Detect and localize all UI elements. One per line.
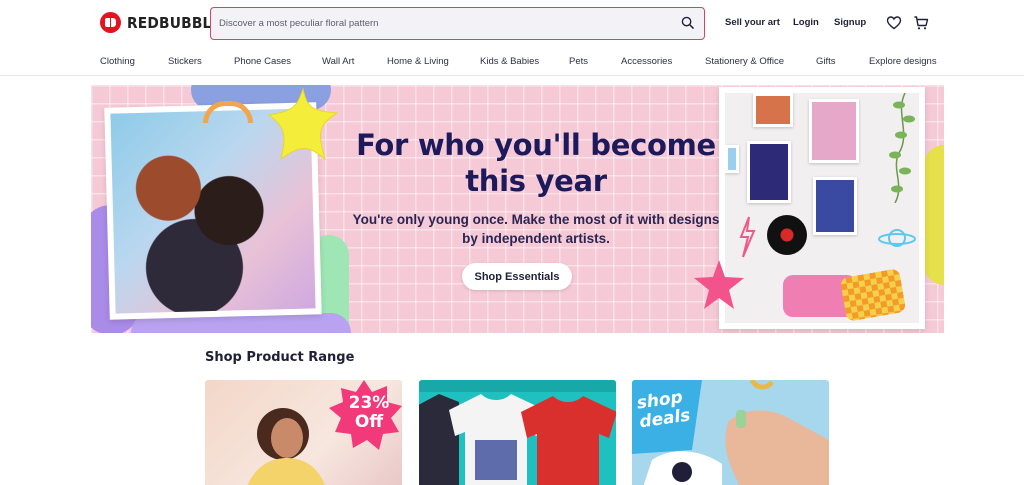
search-icon[interactable] [681,16,694,29]
pillow [839,268,907,322]
nav-item-clothing[interactable]: Clothing [100,56,135,67]
search-bar [210,7,705,40]
logo-text: REDBUBBLE [127,13,222,32]
hero-banner[interactable]: For who you'll become this year You're o… [91,85,944,333]
hero-room-image [725,93,919,323]
redbubble-logo-icon [100,12,121,33]
nav-item-pets[interactable]: Pets [569,56,588,67]
nav-item-stationery-office[interactable]: Stationery & Office [705,56,784,67]
pink-star-icon [694,260,744,309]
shop-essentials-button[interactable]: Shop Essentials [462,263,572,290]
nav-item-explore-designs[interactable]: Explore designs [869,56,937,67]
poster [725,145,739,173]
sell-your-art-link[interactable]: Sell your art [725,17,780,28]
poster [813,177,857,235]
signup-link[interactable]: Signup [834,17,866,28]
cart-icon[interactable] [913,15,929,31]
hero-title: For who you'll become this year [356,128,716,198]
hero-subtitle: You're only young once. Make the most of… [352,212,720,246]
vinyl-record [767,215,807,255]
poster [747,141,791,203]
nav-item-home-living[interactable]: Home & Living [387,56,449,67]
heart-icon[interactable] [886,15,902,31]
nav-item-kids-babies[interactable]: Kids & Babies [480,56,539,67]
product-range-card[interactable] [419,380,616,485]
search-input[interactable] [219,8,659,38]
nav-item-accessories[interactable]: Accessories [621,56,672,67]
site-header: REDBUBBLE Sell your art Login Signup [0,0,1024,46]
product-range-card[interactable]: 23% Off [205,380,402,485]
nav-item-wall-art[interactable]: Wall Art [322,56,354,67]
category-nav: Clothing Stickers Phone Cases Wall Art H… [0,50,1024,76]
poster [809,99,859,163]
card-image [419,394,616,485]
sale-badge-text: 23% Off [348,393,390,432]
lightning-neon-icon [739,216,756,258]
nav-item-phone-cases[interactable]: Phone Cases [234,56,291,67]
login-link[interactable]: Login [793,17,819,28]
planet-neon-icon [878,229,916,247]
nav-item-stickers[interactable]: Stickers [168,56,202,67]
decorative-blob [924,145,944,285]
plant-icon [889,93,915,203]
yellow-star-icon [267,87,339,161]
nav-item-gifts[interactable]: Gifts [816,56,836,67]
poster [753,93,793,127]
section-title: Shop Product Range [205,350,355,365]
product-range-card[interactable]: shop deals [632,380,829,485]
hero-photo-room [719,87,925,329]
